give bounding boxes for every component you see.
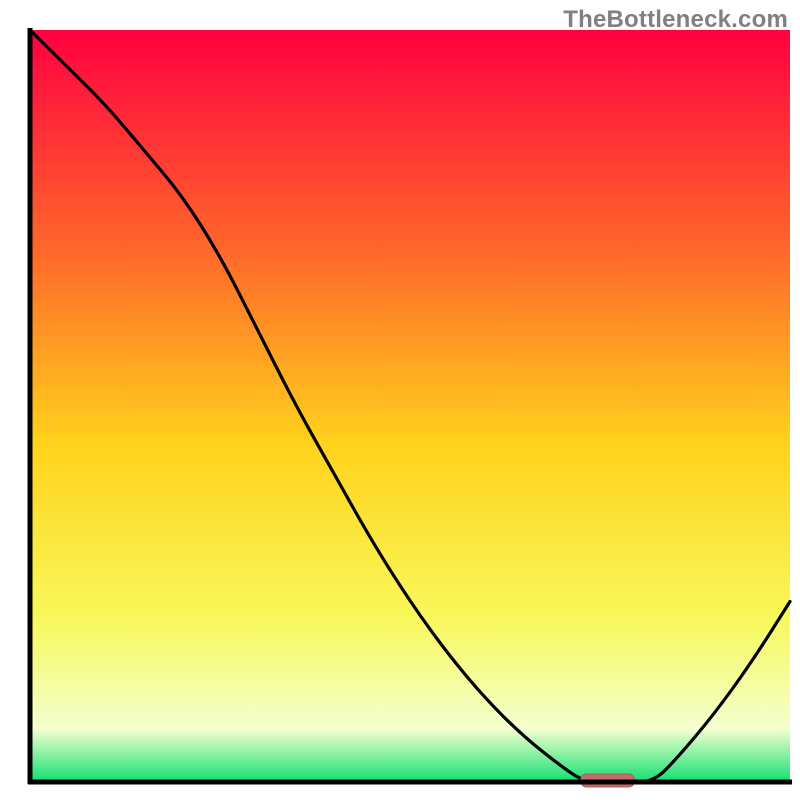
bottleneck-chart — [0, 0, 800, 800]
plot-background — [30, 30, 790, 782]
